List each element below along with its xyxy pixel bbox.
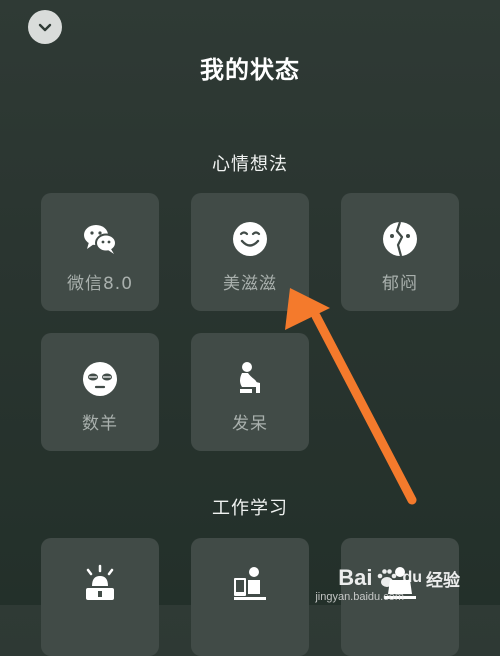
status-tile-daydream[interactable]: 发呆	[191, 333, 309, 451]
watermark-brand: Bai	[338, 565, 373, 590]
tile-label: 美滋滋	[223, 274, 277, 294]
wechat-icon	[80, 219, 120, 259]
section-title-work-study: 工作学习	[212, 498, 288, 519]
smile-icon	[230, 219, 270, 259]
tile-label: 微信8.0	[66, 274, 134, 294]
page-title: 我的状态	[200, 56, 300, 84]
watermark-jingyan: 经验	[426, 570, 460, 591]
tile-label: 发呆	[232, 414, 268, 434]
alarm-laptop-icon	[80, 564, 120, 604]
section-title-mood: 心情想法	[212, 154, 288, 175]
chevron-down-icon	[38, 23, 52, 32]
tile-label: 郁闷	[382, 274, 418, 294]
status-tile-work-alarm[interactable]	[41, 538, 159, 656]
paw-icon	[378, 569, 397, 587]
tile-label: 数羊	[82, 414, 118, 434]
status-tile-happy[interactable]: 美滋滋	[191, 193, 309, 311]
studying-figure-icon	[230, 564, 270, 604]
baidu-watermark: Bai du 经验	[338, 565, 460, 591]
status-tile-gloomy[interactable]: 郁闷	[341, 193, 459, 311]
split-face-icon	[380, 219, 420, 259]
watermark-url: jingyan.baidu.com	[315, 591, 404, 603]
collapse-button[interactable]	[28, 10, 62, 44]
status-tile-study[interactable]	[191, 538, 309, 656]
status-tile-wechat[interactable]: 微信8.0	[41, 193, 159, 311]
status-tile-counting-sheep[interactable]: 数羊	[41, 333, 159, 451]
watermark-brand-suffix: du	[402, 569, 422, 586]
sitting-figure-icon	[230, 359, 270, 399]
sleepy-face-icon	[80, 359, 120, 399]
